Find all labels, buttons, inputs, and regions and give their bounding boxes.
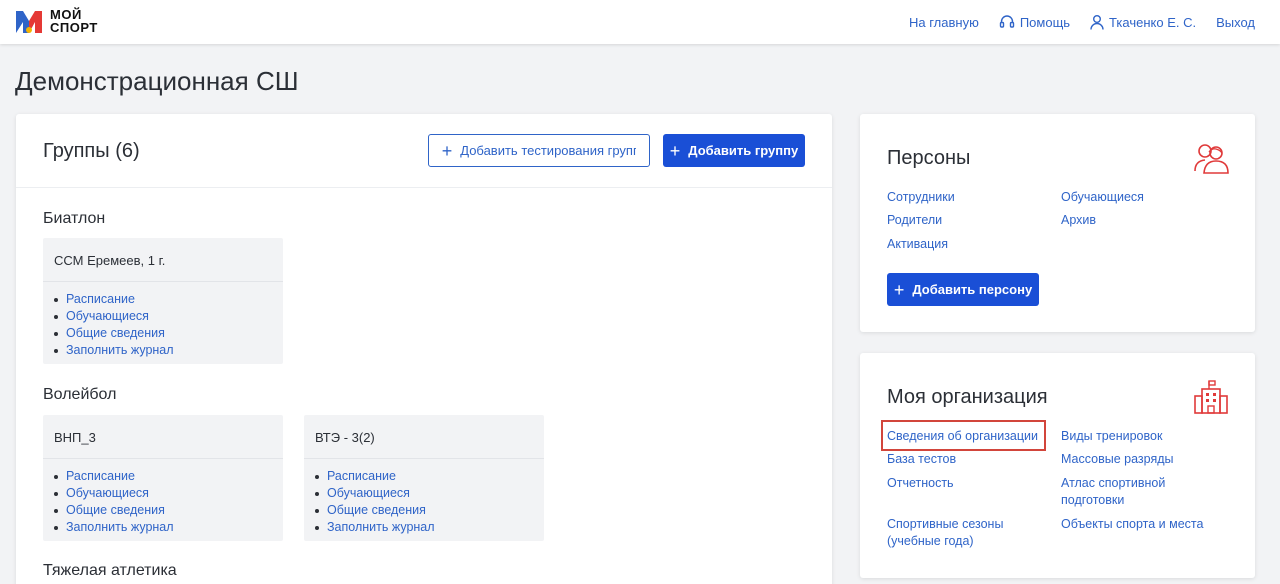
plus-icon: +	[893, 279, 905, 300]
group-link-schedule[interactable]: Расписание	[315, 468, 544, 485]
persons-title: Персоны	[887, 147, 971, 169]
group-link-label: Заполнить журнал	[327, 520, 435, 534]
bullet	[54, 314, 58, 319]
nav-help-label: Помощь	[1019, 14, 1071, 30]
group-name[interactable]: ВТЭ - 3(2)	[304, 415, 544, 459]
group-links: Расписание Обучающиеся Общие сведения За…	[304, 459, 544, 536]
group-link-label: Общие сведения	[66, 503, 165, 517]
persons-link-staff[interactable]: Сотрудники	[887, 189, 955, 206]
bullet	[54, 474, 58, 479]
group-name[interactable]: ВНП_3	[43, 415, 283, 459]
add-group-testing-label: Добавить тестирования групп	[460, 143, 637, 158]
building-icon	[1194, 380, 1228, 414]
group-card: ССМ Еремеев, 1 г. Расписание Обучающиеся…	[43, 238, 283, 364]
add-group-label: Добавить группу	[688, 143, 799, 158]
persons-link-parents[interactable]: Родители	[887, 212, 942, 229]
page-title: Демонстрационная СШ	[15, 66, 299, 96]
organization-card: Моя организация Сведения об организации …	[860, 353, 1255, 578]
group-card: ВНП_3 Расписание Обучающиеся Общие сведе…	[43, 415, 283, 541]
org-link-mass-ranks[interactable]: Массовые разряды	[1061, 451, 1174, 468]
group-link-label: Общие сведения	[327, 503, 426, 517]
nav-home-link[interactable]: На главную	[909, 15, 979, 30]
bullet	[54, 297, 58, 302]
org-link-seasons[interactable]: Спортивные сезоны (учебные года)	[887, 516, 1003, 550]
plus-icon: +	[669, 140, 681, 161]
user-icon	[1090, 15, 1104, 30]
sport-title: Тяжелая атлетика	[43, 562, 177, 579]
add-person-button[interactable]: + Добавить персону	[887, 273, 1039, 306]
logo-m-icon	[16, 11, 42, 33]
add-person-label: Добавить персону	[912, 282, 1033, 297]
org-link-reports[interactable]: Отчетность	[887, 475, 954, 492]
persons-link-activation[interactable]: Активация	[887, 236, 948, 253]
persons-link-archive[interactable]: Архив	[1061, 212, 1096, 229]
org-link-atlas-line1: Атлас спортивной	[1061, 476, 1166, 490]
group-link-label: Обучающиеся	[66, 309, 149, 323]
bullet	[315, 508, 319, 513]
bullet	[54, 348, 58, 353]
headset-icon	[999, 15, 1015, 28]
group-link-info[interactable]: Общие сведения	[54, 325, 283, 342]
groups-card: Группы (6) + Добавить тестирования групп…	[16, 114, 832, 584]
org-link-info[interactable]: Сведения об организации	[887, 428, 1038, 445]
org-link-atlas-line2: подготовки	[1061, 493, 1125, 507]
group-link-journal[interactable]: Заполнить журнал	[54, 342, 283, 359]
group-card: ВТЭ - 3(2) Расписание Обучающиеся Общие …	[304, 415, 544, 541]
plus-icon: +	[441, 140, 453, 161]
group-link-label: Обучающиеся	[327, 486, 410, 500]
add-group-button[interactable]: + Добавить группу	[663, 134, 805, 167]
nav-logout-link[interactable]: Выход	[1216, 15, 1255, 30]
group-name[interactable]: ССМ Еремеев, 1 г.	[43, 238, 283, 282]
group-link-label: Расписание	[66, 469, 135, 483]
bullet	[315, 491, 319, 496]
persons-link-students[interactable]: Обучающиеся	[1061, 189, 1144, 206]
sport-title: Биатлон	[43, 210, 106, 227]
logo-line2: СПОРТ	[50, 20, 98, 35]
bullet	[54, 491, 58, 496]
group-link-label: Заполнить журнал	[66, 520, 174, 534]
group-links: Расписание Обучающиеся Общие сведения За…	[43, 459, 283, 536]
group-link-students[interactable]: Обучающиеся	[54, 485, 283, 502]
org-link-atlas[interactable]: Атлас спортивной подготовки	[1061, 475, 1165, 509]
group-link-info[interactable]: Общие сведения	[315, 502, 544, 519]
bullet	[54, 331, 58, 336]
persons-card: Персоны Сотрудники Обучающиеся Родители …	[860, 114, 1255, 332]
group-link-label: Заполнить журнал	[66, 343, 174, 357]
sport-title: Волейбол	[43, 386, 117, 403]
top-bar: МОЙ СПОРТ На главную Помощь Ткаченко Е. …	[0, 0, 1280, 44]
group-links: Расписание Обучающиеся Общие сведения За…	[43, 282, 283, 359]
org-link-objects[interactable]: Объекты спорта и места	[1061, 516, 1203, 533]
group-link-journal[interactable]: Заполнить журнал	[54, 519, 283, 536]
group-link-label: Расписание	[66, 292, 135, 306]
group-link-schedule[interactable]: Расписание	[54, 291, 283, 308]
logo[interactable]: МОЙ СПОРТ	[15, 8, 98, 34]
logo-text: МОЙ СПОРТ	[50, 8, 98, 34]
group-link-label: Общие сведения	[66, 326, 165, 340]
organization-title: Моя организация	[887, 386, 1048, 408]
group-link-journal[interactable]: Заполнить журнал	[315, 519, 544, 536]
org-link-tests-base[interactable]: База тестов	[887, 451, 956, 468]
group-link-label: Расписание	[327, 469, 396, 483]
group-link-label: Обучающиеся	[66, 486, 149, 500]
nav-user-link[interactable]: Ткаченко Е. С.	[1090, 14, 1196, 30]
org-link-seasons-line1: Спортивные сезоны	[887, 517, 1004, 531]
group-link-students[interactable]: Обучающиеся	[315, 485, 544, 502]
group-link-info[interactable]: Общие сведения	[54, 502, 283, 519]
org-link-seasons-line2: (учебные года)	[887, 534, 974, 548]
add-group-testing-button[interactable]: + Добавить тестирования групп	[428, 134, 650, 167]
group-link-students[interactable]: Обучающиеся	[54, 308, 283, 325]
groups-title: Группы (6)	[43, 140, 140, 162]
groups-header: Группы (6) + Добавить тестирования групп…	[16, 114, 832, 188]
org-link-training-types[interactable]: Виды тренировок	[1061, 428, 1162, 445]
group-link-schedule[interactable]: Расписание	[54, 468, 283, 485]
nav-user-label: Ткаченко Е. С.	[1109, 14, 1197, 30]
people-icon	[1194, 144, 1229, 174]
nav-help-link[interactable]: Помощь	[999, 14, 1070, 30]
bullet	[54, 508, 58, 513]
top-nav: На главную Помощь Ткаченко Е. С. Выход	[889, 0, 1255, 44]
bullet	[315, 525, 319, 530]
bullet	[54, 525, 58, 530]
bullet	[315, 474, 319, 479]
